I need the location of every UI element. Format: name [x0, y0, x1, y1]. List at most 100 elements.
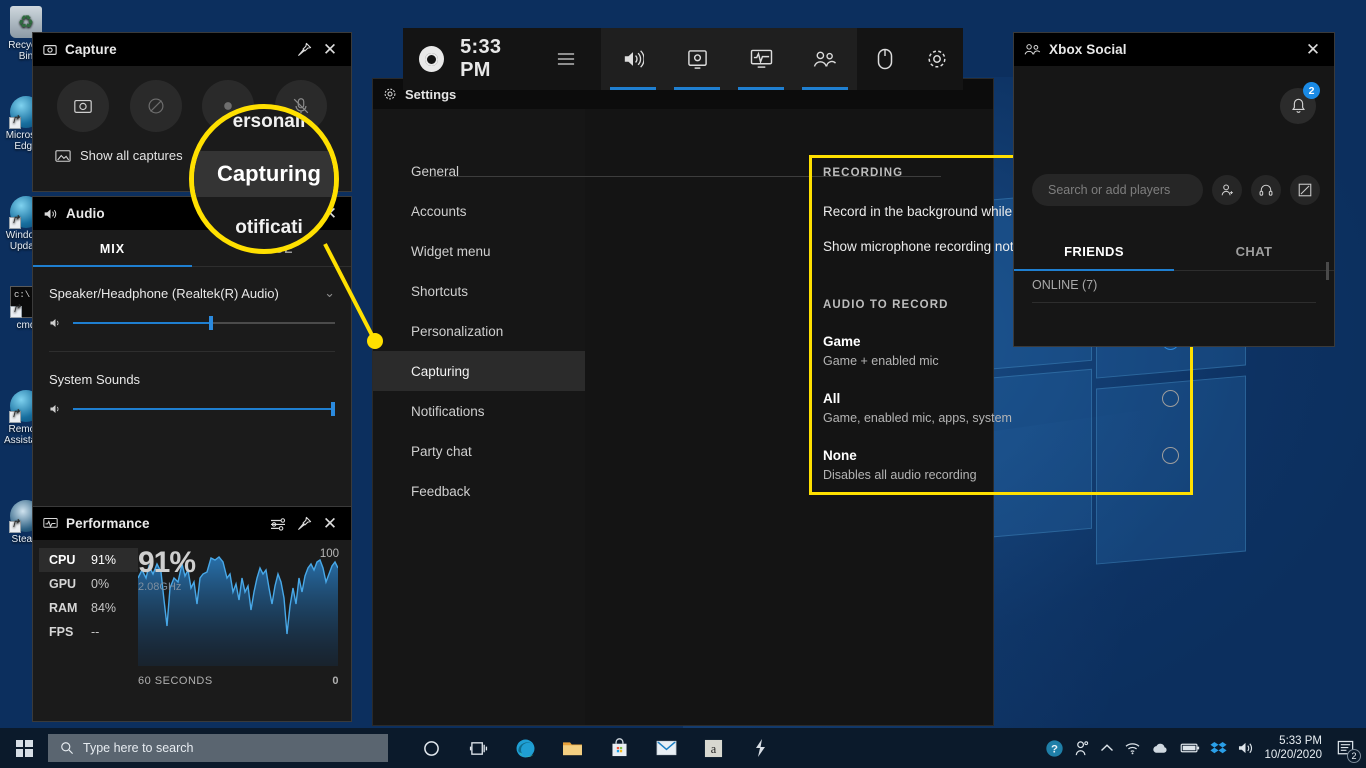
- mail-button[interactable]: [643, 728, 689, 768]
- tab-mix[interactable]: MIX: [33, 230, 192, 266]
- chevron-down-icon[interactable]: ⌄: [324, 285, 335, 301]
- system-sounds-slider[interactable]: [49, 403, 335, 415]
- windows-logo-icon: [16, 740, 33, 757]
- sidebar-item-capturing[interactable]: Capturing: [373, 351, 585, 391]
- performance-widget-button[interactable]: [729, 28, 793, 90]
- device-volume-slider[interactable]: [49, 317, 335, 329]
- close-icon[interactable]: ✕: [317, 37, 343, 63]
- dropbox-tray-icon[interactable]: [1210, 741, 1227, 756]
- close-icon[interactable]: ✕: [1300, 37, 1326, 63]
- sidebar-item-general[interactable]: General: [373, 151, 585, 191]
- settings-nav: General Accounts Widget menu Shortcuts P…: [373, 109, 585, 725]
- magnifier-next-item: otificati: [194, 217, 339, 239]
- task-view-button[interactable]: [455, 728, 501, 768]
- system-sounds-track[interactable]: [73, 408, 335, 410]
- metric-label: FPS: [49, 625, 81, 639]
- speaker-icon: [49, 317, 63, 329]
- shazam-button[interactable]: [737, 728, 783, 768]
- show-hidden-icons-chevron-up-icon[interactable]: [1100, 743, 1114, 753]
- close-icon[interactable]: ✕: [317, 511, 343, 537]
- resources-button[interactable]: [859, 28, 911, 90]
- speaker-icon: [43, 207, 58, 221]
- volume-track[interactable]: [73, 322, 335, 324]
- record-last-30-seconds-button[interactable]: [130, 80, 182, 132]
- sidebar-item-notifications[interactable]: Notifications: [373, 391, 585, 431]
- sidebar-item-shortcuts[interactable]: Shortcuts: [373, 271, 585, 311]
- performance-widget-title: Performance: [66, 516, 265, 531]
- metric-value: 91%: [91, 553, 116, 567]
- magnifier-previous-item: ersonali: [194, 111, 339, 133]
- gear-icon: [383, 87, 397, 101]
- tab-chat[interactable]: CHAT: [1174, 244, 1334, 270]
- metric-cpu[interactable]: CPU 91%: [39, 548, 138, 572]
- volume-tray-icon[interactable]: [1237, 741, 1254, 755]
- sidebar-item-personalization[interactable]: Personalization: [373, 311, 585, 351]
- tab-friends[interactable]: FRIENDS: [1014, 244, 1174, 270]
- microsoft-edge-button[interactable]: [502, 728, 548, 768]
- taskbar-app-icons: a: [408, 728, 783, 768]
- start-button[interactable]: [0, 728, 48, 768]
- settings-main-pane: RECORDING Record in the background while…: [585, 109, 993, 725]
- action-center-button[interactable]: 2: [1332, 735, 1358, 761]
- cpu-clock-speed: 2.08GHz: [138, 581, 195, 593]
- show-all-captures-label: Show all captures: [80, 148, 183, 163]
- xbox-logo-icon[interactable]: [419, 46, 444, 72]
- xbox-social-tabs: FRIENDS CHAT: [1014, 244, 1334, 271]
- clock-time: 5:33 PM: [1264, 734, 1322, 748]
- options-icon[interactable]: [265, 511, 291, 537]
- search-players-input[interactable]: Search or add players: [1032, 174, 1203, 206]
- xbox-social-widget: Xbox Social ✕ 2 Search or add players FR…: [1013, 32, 1335, 347]
- network-wifi-tray-icon[interactable]: [1124, 741, 1141, 755]
- capture-widget-button[interactable]: [665, 28, 729, 90]
- cortana-button[interactable]: [408, 728, 454, 768]
- xbox-social-search-row: Search or add players: [1032, 174, 1320, 206]
- settings-window: Settings ✕ General Accounts Widget menu …: [372, 78, 994, 726]
- magnifier-callout: ersonali Capturing otificati: [189, 104, 339, 254]
- metric-fps[interactable]: FPS --: [39, 620, 138, 644]
- taskbar-search-input[interactable]: Type here to search: [48, 734, 388, 762]
- metric-label: RAM: [49, 601, 81, 615]
- audio-device-name: Speaker/Headphone (Realtek(R) Audio): [49, 286, 279, 301]
- system-sounds-label: System Sounds: [49, 372, 140, 387]
- capture-widget-titlebar: Capture ✕: [33, 33, 351, 66]
- audio-device-selector[interactable]: Speaker/Headphone (Realtek(R) Audio) ⌄: [49, 285, 335, 301]
- sidebar-item-feedback[interactable]: Feedback: [373, 471, 585, 511]
- add-friend-button[interactable]: [1212, 175, 1242, 205]
- performance-graph-area: 91% 2.08GHz 100 60 SECONDS 0: [138, 548, 351, 687]
- taskbar-clock[interactable]: 5:33 PM 10/20/2020: [1264, 734, 1322, 762]
- sidebar-item-widget-menu[interactable]: Widget menu: [373, 231, 585, 271]
- cpu-usage-value: 91%: [138, 548, 195, 578]
- onedrive-cloud-tray-icon[interactable]: [1151, 742, 1170, 754]
- xbox-social-widget-button[interactable]: [793, 28, 857, 90]
- file-explorer-button[interactable]: [549, 728, 595, 768]
- windows-taskbar: Type here to search a ?: [0, 728, 1366, 768]
- audio-widget-button[interactable]: [601, 28, 665, 90]
- metric-value: 0%: [91, 577, 109, 591]
- metric-value: 84%: [91, 601, 116, 615]
- sidebar-item-accounts[interactable]: Accounts: [373, 191, 585, 231]
- graph-axis-min: 0: [332, 675, 339, 687]
- sidebar-item-party-chat[interactable]: Party chat: [373, 431, 585, 471]
- compose-message-button[interactable]: [1290, 175, 1320, 205]
- amazon-button[interactable]: a: [690, 728, 736, 768]
- performance-widget: Performance ✕ CPU 91% GPU 0% RAM 84% FPS: [32, 506, 352, 722]
- microsoft-store-button[interactable]: [596, 728, 642, 768]
- system-sounds-section: System Sounds: [49, 372, 335, 415]
- screenshot-button[interactable]: [57, 80, 109, 132]
- pin-icon[interactable]: [291, 511, 317, 537]
- action-center-badge: 2: [1347, 749, 1361, 763]
- notifications-button[interactable]: 2: [1280, 88, 1316, 124]
- scrollbar-thumb[interactable]: [1326, 262, 1329, 280]
- metric-gpu[interactable]: GPU 0%: [39, 572, 138, 596]
- settings-button[interactable]: [911, 28, 963, 90]
- battery-tray-icon[interactable]: [1180, 742, 1200, 754]
- graph-time-range: 60 SECONDS: [138, 675, 213, 687]
- hamburger-menu-icon[interactable]: [557, 52, 575, 66]
- people-tray-icon[interactable]: [1074, 740, 1090, 757]
- party-chat-button[interactable]: [1251, 175, 1281, 205]
- pin-icon[interactable]: [291, 37, 317, 63]
- help-tray-icon[interactable]: ?: [1045, 739, 1064, 758]
- audio-device-section: Speaker/Headphone (Realtek(R) Audio) ⌄ S…: [33, 267, 351, 415]
- performance-metric-list: CPU 91% GPU 0% RAM 84% FPS --: [33, 548, 138, 687]
- metric-ram[interactable]: RAM 84%: [39, 596, 138, 620]
